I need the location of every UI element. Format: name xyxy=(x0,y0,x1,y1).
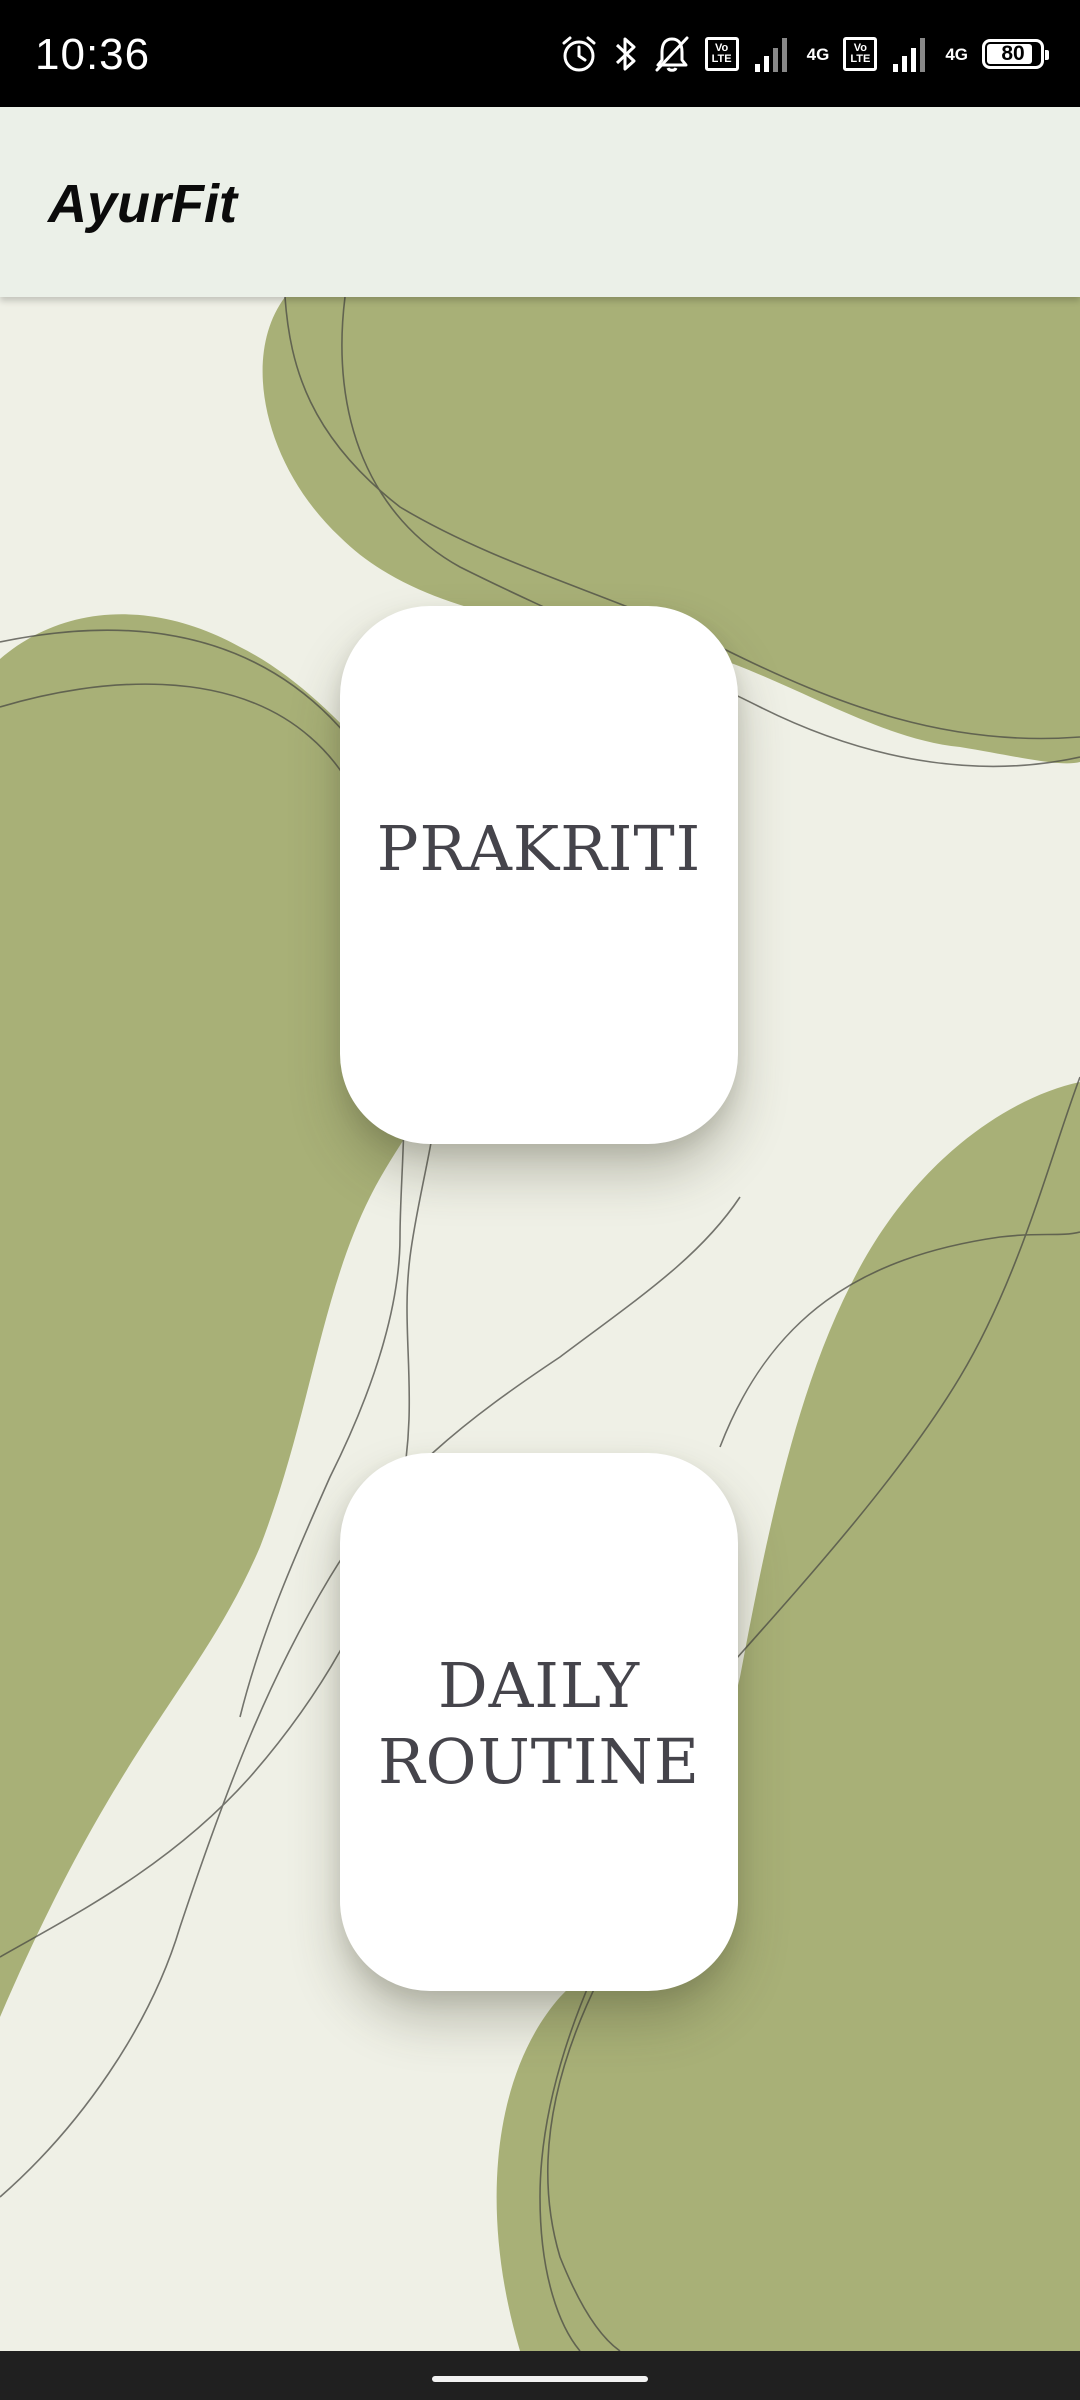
daily-routine-card[interactable]: DAILY ROUTINE xyxy=(340,1453,738,1991)
volte-label-bottom: LTE xyxy=(850,53,871,65)
network-type-2: 4G xyxy=(945,44,968,64)
prakriti-card[interactable]: PRAKRITI xyxy=(340,606,738,1144)
volte-label-bottom: LTE xyxy=(711,53,732,65)
battery-level: 80 xyxy=(1001,42,1025,65)
network-type-1: 4G xyxy=(806,44,830,64)
screen: 10:36 Vo LTE 4G Vo LTE 4G 80 AyurFit PRA… xyxy=(0,0,1080,2400)
volte-icon: Vo LTE xyxy=(704,37,739,71)
volte-icon: Vo LTE xyxy=(843,37,878,71)
prakriti-label: PRAKRITI xyxy=(376,812,702,885)
app-bar: AyurFit xyxy=(0,107,1080,297)
bluetooth-icon xyxy=(613,34,639,74)
home-gesture-handle[interactable] xyxy=(432,2376,648,2382)
status-icons: Vo LTE 4G Vo LTE 4G 80 xyxy=(559,32,1049,76)
navigation-bar xyxy=(0,2351,1080,2400)
status-time: 10:36 xyxy=(35,30,151,79)
battery-icon: 80 xyxy=(982,39,1049,69)
signal-icon xyxy=(891,34,931,74)
app-title: AyurFit xyxy=(48,174,237,234)
status-bar: 10:36 Vo LTE 4G Vo LTE 4G 80 xyxy=(0,0,1080,107)
daily-routine-label: DAILY ROUTINE xyxy=(377,1649,701,1798)
alarm-icon xyxy=(559,34,599,74)
bell-off-icon xyxy=(653,34,691,74)
signal-icon xyxy=(753,34,793,74)
